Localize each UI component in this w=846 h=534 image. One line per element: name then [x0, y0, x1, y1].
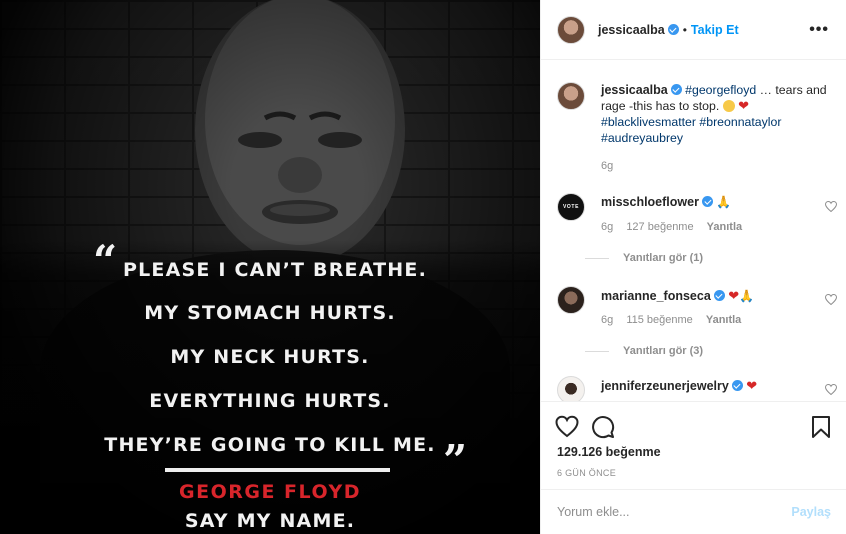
quote-line-3: MY NECK HURTS.	[170, 346, 370, 368]
comment-meta: 6g 127 beğenme Yanıtla	[601, 221, 752, 233]
add-comment-bar: Paylaş	[541, 489, 846, 534]
post-actions: 129.126 beğenme 6 GÜN ÖNCE	[541, 401, 846, 489]
quote-line-2: MY STOMACH HURTS.	[144, 302, 396, 324]
commenter-username[interactable]: misschloeflower	[601, 195, 699, 209]
praying-hands-emoji-icon: 🙏	[739, 289, 755, 303]
separator-dot: •	[682, 22, 687, 37]
reply-button[interactable]: Yanıtla	[707, 221, 742, 233]
praying-hands-emoji-icon: 🙏	[716, 195, 732, 209]
comment-time[interactable]: 6g	[601, 314, 613, 326]
author-username[interactable]: jessicaalba	[598, 23, 665, 37]
comment-icon[interactable]	[591, 415, 615, 439]
commenter-avatar[interactable]	[557, 376, 585, 401]
hashtag-link[interactable]: #georgefloyd	[685, 83, 756, 97]
hashtags-line[interactable]: #blacklivesmatter #breonnataylor #audrey…	[601, 115, 781, 145]
comments-list[interactable]: jessicaalba #georgefloyd … tears and rag…	[541, 61, 846, 401]
verified-badge-icon	[667, 24, 679, 35]
close-quote-mark: ”	[443, 436, 468, 485]
like-count[interactable]: 129.126 beğenme	[557, 445, 661, 459]
reply-button[interactable]: Yanıtla	[706, 314, 741, 326]
caption-avatar[interactable]	[557, 82, 585, 110]
comment-text: marianne_fonseca ❤🙏	[601, 288, 754, 304]
post-header: jessicaalba • Takip Et •••	[541, 0, 846, 60]
quote-line-4: EVERYTHING HURTS.	[149, 390, 391, 412]
verified-badge-icon	[701, 196, 713, 207]
commenter-avatar[interactable]: VOTE	[557, 193, 585, 221]
divider-rule	[165, 468, 390, 472]
verified-badge-icon	[670, 84, 682, 95]
post-time-ago[interactable]: 6 GÜN ÖNCE	[557, 468, 616, 478]
share-button[interactable]: Paylaş	[791, 505, 831, 519]
victim-name: GEORGE FLOYD	[179, 481, 361, 503]
comment-likes[interactable]: 115 beğenme	[626, 314, 692, 326]
verified-badge-icon	[731, 380, 743, 391]
post-image[interactable]: “ PLEASE I CAN’T BREATHE. MY STOMACH HUR…	[0, 0, 540, 534]
author-avatar[interactable]	[557, 15, 585, 44]
sad-face-emoji-icon	[722, 100, 735, 112]
commenter-username[interactable]: jenniferzeunerjewelry	[601, 379, 729, 393]
verified-badge-icon	[713, 290, 725, 301]
comment-like-heart-icon[interactable]	[825, 384, 837, 395]
bookmark-icon[interactable]	[809, 415, 833, 439]
red-heart-emoji-icon: ❤	[728, 288, 740, 303]
comment-input[interactable]	[557, 505, 792, 519]
comment-text: misschloeflower 🙏	[601, 195, 731, 209]
more-horizontal-icon[interactable]: •••	[809, 21, 829, 39]
caption-username[interactable]: jessicaalba	[601, 83, 668, 97]
post-side-panel: jessicaalba • Takip Et ••• jessicaalba #…	[540, 0, 846, 534]
comment-likes[interactable]: 127 beğenme	[626, 221, 693, 233]
caption-text: jessicaalba #georgefloyd … tears and rag…	[601, 82, 831, 146]
comment-like-heart-icon[interactable]	[825, 201, 837, 212]
comment-like-heart-icon[interactable]	[825, 294, 837, 305]
follow-button[interactable]: Takip Et	[691, 23, 739, 37]
caption-time[interactable]: 6g	[601, 160, 613, 172]
vote-avatar-text: VOTE	[562, 204, 579, 210]
say-my-name-line: SAY MY NAME.	[184, 510, 356, 532]
quote-line-1: PLEASE I CAN’T BREATHE.	[123, 259, 427, 281]
comment-meta: 6g 115 beğenme Yanıtla	[601, 314, 751, 326]
view-replies-link[interactable]: Yanıtları gör (3)	[585, 345, 703, 357]
heart-icon[interactable]	[555, 415, 579, 439]
view-replies-link[interactable]: Yanıtları gör (1)	[585, 252, 703, 264]
red-heart-emoji-icon: ❤	[746, 378, 758, 393]
comment-time[interactable]: 6g	[601, 221, 613, 233]
comment-text: jenniferzeunerjewelry ❤	[601, 378, 757, 394]
red-heart-emoji-icon: ❤	[738, 98, 749, 113]
commenter-avatar[interactable]	[557, 286, 585, 314]
commenter-username[interactable]: marianne_fonseca	[601, 289, 711, 303]
